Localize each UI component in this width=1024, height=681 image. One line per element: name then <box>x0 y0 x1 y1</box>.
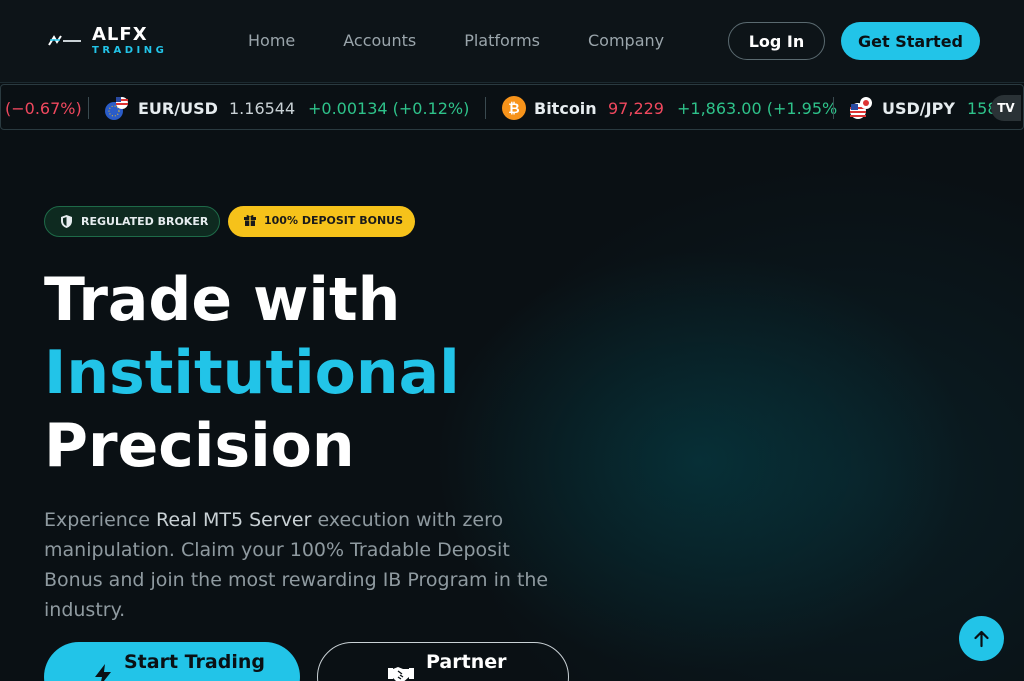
brand-tagline: TRADING <box>92 45 168 56</box>
svg-text:₿: ₿ <box>508 101 519 117</box>
hero-title-line1: Trade with <box>44 265 401 335</box>
ticker-change: +0.00134 (+0.12%) <box>308 99 470 118</box>
hero-description: Experience Real MT5 Server execution wit… <box>44 505 574 625</box>
ticker-change: (−0.67%) <box>5 99 82 118</box>
lightning-icon <box>95 664 111 681</box>
partner-button[interactable]: Partner <box>317 642 569 681</box>
bonus-badge-label: 100% DEPOSIT BONUS <box>264 214 404 227</box>
ticker-divider <box>88 97 89 119</box>
regulated-badge-label: REGULATED BROKER <box>81 215 209 228</box>
hero-title-line3: Precision <box>44 411 355 481</box>
ticker-name: USD/JPY <box>882 99 955 118</box>
scroll-to-top-button[interactable] <box>959 616 1004 661</box>
bitcoin-icon: ₿ <box>502 96 526 120</box>
nav-accounts[interactable]: Accounts <box>343 31 416 50</box>
ticker-name: Bitcoin <box>534 99 597 118</box>
price-ticker[interactable]: (−0.67%) EUR/USD 1.16544 +0.00134 (+0.12… <box>0 84 1024 130</box>
login-button[interactable]: Log In <box>728 22 825 60</box>
get-started-button[interactable]: Get Started <box>841 22 980 60</box>
tradingview-logo[interactable]: TV <box>991 95 1021 121</box>
nav-company[interactable]: Company <box>588 31 664 50</box>
logo-icon <box>48 33 82 49</box>
lead-emphasis: Real MT5 Server <box>156 509 312 531</box>
ticker-name: EUR/USD <box>138 99 218 118</box>
start-trading-button[interactable]: Start Trading <box>44 642 300 681</box>
ticker-price: 97,229 <box>608 99 664 118</box>
hero-title-line2: Institutional <box>44 338 460 408</box>
ticker-divider <box>833 97 834 119</box>
shield-icon <box>61 215 72 228</box>
main-nav: Home Accounts Platforms Company <box>248 31 712 50</box>
regulated-badge: REGULATED BROKER <box>44 206 220 237</box>
site-header: ALFX TRADING Home Accounts Platforms Com… <box>0 0 1024 83</box>
nav-home[interactable]: Home <box>248 31 295 50</box>
gift-icon <box>244 215 256 226</box>
lead-prefix: Experience <box>44 509 156 531</box>
ticker-change: +1,863.00 (+1.95% <box>677 99 838 118</box>
arrow-up-icon <box>974 630 989 648</box>
ticker-divider <box>485 97 486 119</box>
brand-name: ALFX <box>92 24 148 45</box>
ticker-price: 1.16544 <box>229 99 296 118</box>
start-trading-label: Start Trading <box>124 651 265 673</box>
eu-us-flag-icon <box>105 96 129 120</box>
bonus-badge: 100% DEPOSIT BONUS <box>228 206 415 237</box>
us-jp-flag-icon <box>849 96 873 120</box>
nav-platforms[interactable]: Platforms <box>464 31 540 50</box>
partner-label: Partner <box>426 651 507 673</box>
handshake-icon <box>388 667 414 681</box>
brand-logo[interactable]: ALFX TRADING <box>48 26 167 56</box>
